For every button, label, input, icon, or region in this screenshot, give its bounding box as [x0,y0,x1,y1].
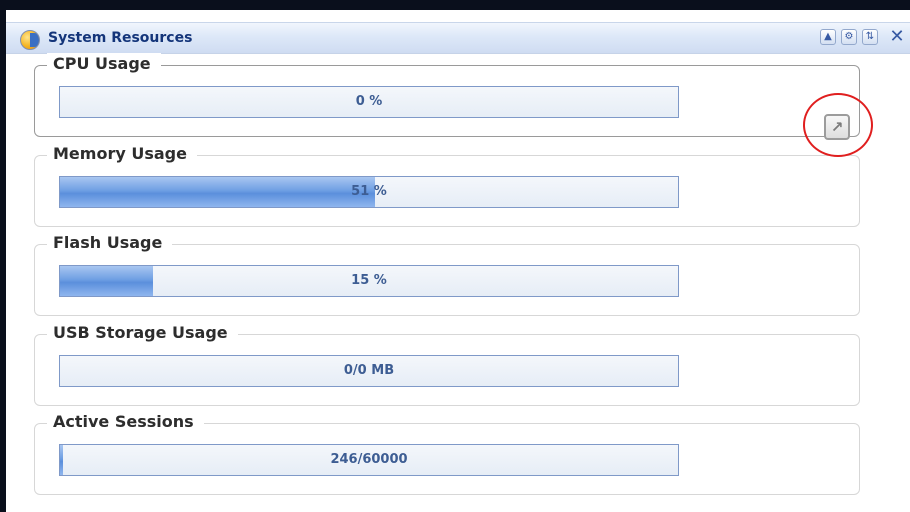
system-resources-widget: System Resources ▲ ⚙ ⇅ ✕ CPU Usage 0 % M… [6,10,910,512]
panel-active-sessions: Active Sessions 246/60000 [34,411,860,495]
panel-usb-storage-usage: USB Storage Usage 0/0 MB [34,322,860,406]
cpu-usage-bar: 0 % [59,86,679,118]
memory-usage-bar: 51 % [59,176,679,208]
panel-title: Memory Usage [47,143,197,165]
panel-memory-usage: Memory Usage 51 % [34,143,860,227]
panel-title: Active Sessions [47,411,204,433]
settings-button[interactable]: ⚙ [841,29,857,45]
flash-usage-bar: 15 % [59,265,679,297]
highlight-annotation-circle [803,93,873,157]
dashboard-globe-icon [20,30,40,50]
panel-title: USB Storage Usage [47,322,238,344]
refresh-button[interactable]: ⇅ [862,29,878,45]
active-sessions-bar: 246/60000 [59,444,679,476]
widget-titlebar[interactable]: System Resources ▲ ⚙ ⇅ ✕ [6,22,910,54]
usb-storage-usage-bar: 0/0 MB [59,355,679,387]
screen-edge-top [0,0,910,10]
usb-storage-usage-value: 0/0 MB [343,363,395,378]
panel-flash-usage: Flash Usage 15 % [34,232,860,316]
close-button[interactable]: ✕ [888,27,906,47]
panel-title: CPU Usage [47,53,161,75]
memory-usage-value: 51 % [351,184,387,199]
flash-usage-value: 15 % [351,273,387,288]
panel-title: Flash Usage [47,232,173,254]
panel-cpu-usage: CPU Usage 0 % [34,53,860,137]
active-sessions-value: 246/60000 [330,452,408,467]
widget-title: System Resources [48,30,193,46]
collapse-button[interactable]: ▲ [820,29,836,45]
cpu-usage-value: 0 % [355,94,383,109]
